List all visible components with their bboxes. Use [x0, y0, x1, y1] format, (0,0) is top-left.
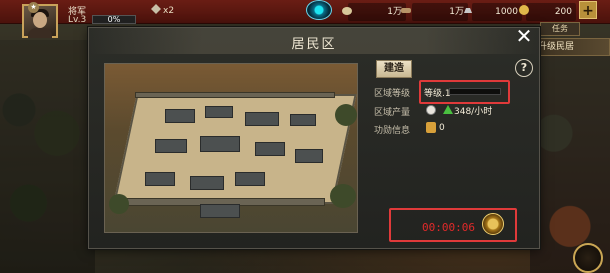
level-label: 区域等级 — [374, 89, 411, 99]
resource-wood[interactable]: 1万 — [412, 3, 468, 21]
tab-tasks[interactable]: 任务 — [540, 22, 580, 36]
bag-icon — [342, 7, 352, 15]
player-level: Lv.3 — [68, 15, 87, 25]
emblem-icon[interactable] — [306, 0, 332, 20]
log-icon — [401, 8, 411, 13]
dialog-title: 居民区 — [291, 37, 337, 52]
close-icon[interactable]: ✕ — [512, 25, 536, 47]
level-highlight-box — [419, 80, 510, 104]
ingot-icon — [464, 8, 472, 13]
resource-gold[interactable]: 200 — [526, 3, 576, 21]
build-button[interactable]: 建造 — [376, 60, 412, 78]
timer-highlight-box — [389, 208, 517, 242]
resource-gold-value: 200 — [554, 7, 572, 17]
resource-iron[interactable]: 1000 — [472, 3, 522, 21]
resource-grain[interactable]: 1万 — [348, 3, 406, 21]
district-dialog: 居民区 建造 ? 区域等级 等级.1 区域产量 348/小时 功勋信息 0 00… — [88, 27, 540, 249]
merit-icon — [426, 122, 436, 133]
exp-progress-bar: 0% — [92, 15, 136, 24]
exp-percent: 0% — [107, 15, 121, 24]
resource-iron-value: 1000 — [495, 7, 518, 17]
bottom-right-action-icon[interactable] — [573, 243, 603, 273]
add-gold-button[interactable]: + — [579, 1, 597, 19]
population-icon — [426, 105, 436, 115]
production-value: 348/小时 — [454, 107, 493, 117]
help-icon[interactable]: ? — [515, 59, 533, 77]
merit-label: 功勋信息 — [374, 126, 411, 136]
merit-value: 0 — [439, 123, 445, 133]
rank-badge-icon: ★ — [28, 2, 39, 13]
upgrade-house-tag[interactable]: 升级民居 — [531, 38, 610, 56]
increase-arrow-icon — [443, 105, 453, 114]
multiplier-label: x2 — [163, 6, 175, 16]
coin-icon — [519, 5, 529, 15]
production-label: 区域产量 — [374, 108, 411, 118]
district-illustration — [104, 63, 358, 233]
buff-icon — [151, 4, 161, 14]
